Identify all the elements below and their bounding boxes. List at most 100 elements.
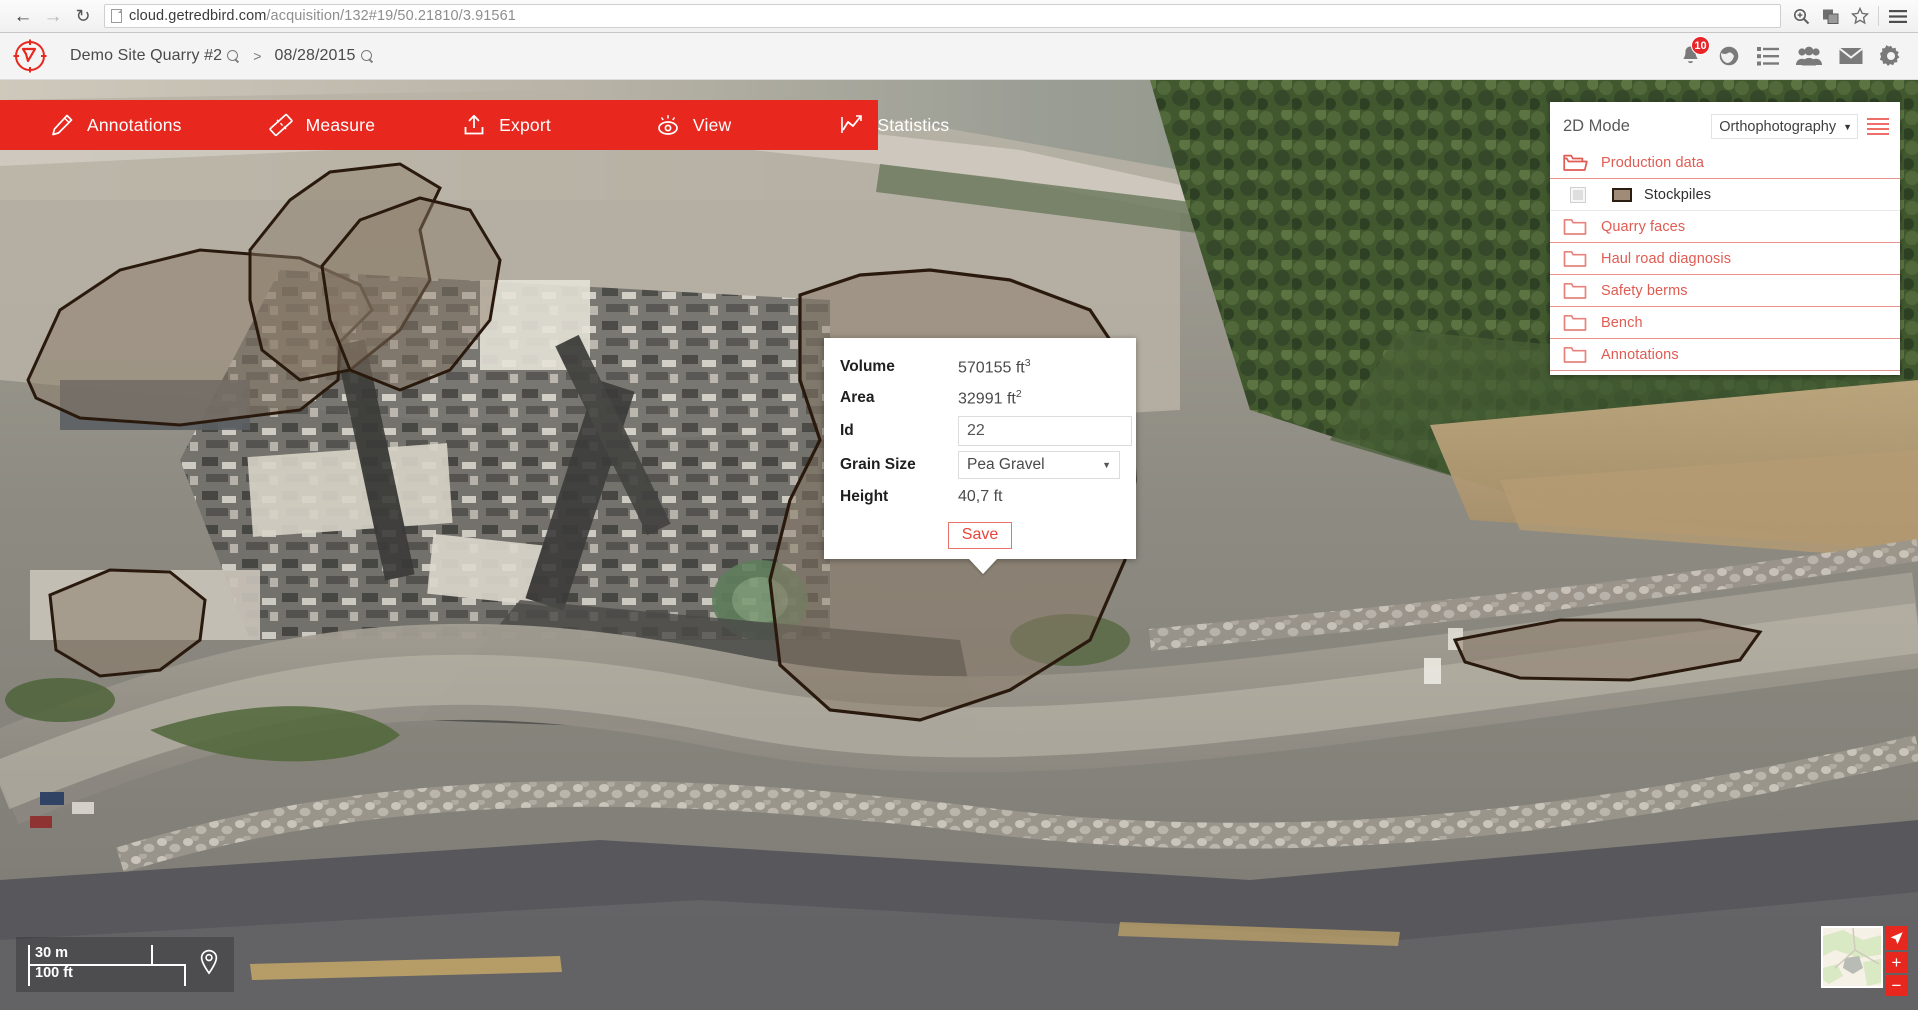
browser-action-icons	[1787, 3, 1918, 29]
breadcrumb-site[interactable]: Demo Site Quarry #2	[70, 47, 240, 65]
scale-tick	[28, 963, 30, 986]
tool-measure-label: Measure	[305, 114, 376, 135]
breadcrumb-date-label: 08/28/2015	[274, 47, 356, 64]
notifications-bell-icon[interactable]: 10	[1680, 36, 1710, 67]
menu-icon[interactable]	[1883, 3, 1912, 29]
layer-group-annotations[interactable]: Annotations	[1550, 339, 1900, 371]
stockpile-info-popup: Volume 570155 ft3 Area 32991 ft2 Id Grai…	[824, 338, 1136, 559]
zoom-in-button[interactable]: +	[1885, 952, 1908, 973]
layer-group-label: Haul road diagnosis	[1601, 250, 1732, 267]
area-exponent: 2	[1015, 387, 1022, 400]
layer-group-label: Safety berms	[1601, 282, 1688, 299]
popup-label-grain-size: Grain Size	[840, 456, 916, 473]
translate-icon[interactable]	[1816, 3, 1845, 29]
settings-gear-icon[interactable]	[1880, 45, 1902, 67]
forward-arrow-icon[interactable]: →	[38, 1, 68, 31]
search-icon[interactable]	[360, 49, 374, 63]
layer-group-label: Production data	[1601, 154, 1705, 171]
layer-group-quarry-faces[interactable]: Quarry faces	[1550, 211, 1900, 243]
tool-export[interactable]: Export	[457, 100, 555, 150]
tool-measure[interactable]: Measure	[264, 100, 380, 150]
scale-tick	[184, 963, 186, 986]
users-icon[interactable]	[1796, 46, 1822, 66]
layers-panel-header: 2D Mode Orthophotography ▼	[1550, 102, 1900, 147]
breadcrumb-date[interactable]: 08/28/2015	[274, 47, 373, 65]
volume-value: 570155 ft	[958, 359, 1025, 377]
layer-group-label: Annotations	[1601, 346, 1679, 363]
globe-icon[interactable]	[1718, 45, 1740, 67]
tool-statistics[interactable]: Statistics	[835, 100, 953, 150]
layer-group-label: Quarry faces	[1601, 218, 1686, 235]
tool-view-label: View	[692, 114, 732, 135]
layer-group-label: Bench	[1601, 314, 1643, 331]
layer-group-production-data[interactable]: Production data	[1550, 147, 1900, 179]
tool-statistics-label: Statistics	[877, 114, 950, 135]
scale-imperial-label: 100 ft	[35, 964, 73, 981]
volume-exponent: 3	[1024, 356, 1031, 369]
pencil-icon	[49, 112, 75, 138]
redbird-logo[interactable]	[13, 39, 47, 73]
popup-row-id: Id	[824, 416, 1136, 446]
save-button[interactable]: Save	[947, 522, 1013, 549]
area-value: 32991 ft	[958, 390, 1016, 408]
grain-size-value: Pea Gravel	[967, 456, 1045, 473]
map-viewport[interactable]: Annotations Measure Export View Statisti…	[0, 80, 1918, 1010]
stockpiles-color-swatch[interactable]	[1612, 187, 1632, 202]
layers-menu-icon[interactable]	[1867, 118, 1889, 135]
upload-icon	[461, 112, 487, 138]
bookmark-star-icon[interactable]	[1845, 3, 1874, 29]
layers-panel: 2D Mode Orthophotography ▼ Production da…	[1550, 102, 1900, 375]
scale-tick	[151, 944, 153, 966]
folder-icon	[1563, 281, 1588, 301]
folder-icon	[1563, 217, 1588, 237]
overview-minimap[interactable]	[1821, 926, 1883, 988]
layer-group-bench[interactable]: Bench	[1550, 307, 1900, 339]
mode-label: 2D Mode	[1563, 117, 1630, 135]
popup-value-area: 32991 ft2	[958, 388, 1022, 408]
popup-row-area: Area 32991 ft2	[824, 385, 1136, 411]
popup-value-height: 40,7 ft	[958, 488, 1003, 505]
layer-group-safety-berms[interactable]: Safety berms	[1550, 275, 1900, 307]
stockpiles-checkbox[interactable]	[1570, 186, 1586, 203]
popup-row-volume: Volume 570155 ft3	[824, 354, 1136, 380]
notification-badge: 10	[1691, 36, 1710, 55]
browser-toolbar: ← → ↻ cloud.getredbird.com/acquisition/1…	[0, 0, 1918, 33]
zoom-icon[interactable]	[1787, 3, 1816, 29]
page-document-icon	[111, 9, 122, 23]
tool-annotations-label: Annotations	[87, 114, 182, 135]
location-pin-icon[interactable]	[198, 949, 220, 980]
layer-group-haul-road-diagnosis[interactable]: Haul road diagnosis	[1550, 243, 1900, 275]
header-icon-group: 10	[1680, 36, 1918, 67]
list-icon[interactable]	[1757, 46, 1779, 66]
mail-icon[interactable]	[1839, 47, 1863, 65]
id-input[interactable]	[958, 416, 1132, 446]
divider	[1878, 6, 1879, 26]
back-arrow-icon[interactable]: ←	[8, 1, 38, 31]
breadcrumb-separator: >	[253, 48, 262, 64]
ruler-icon	[268, 112, 294, 138]
breadcrumb-site-label: Demo Site Quarry #2	[70, 47, 223, 64]
tool-view[interactable]: View	[651, 100, 735, 150]
eye-icon	[655, 112, 681, 138]
grain-size-select[interactable]: Pea Gravel ▼	[958, 451, 1120, 479]
tool-annotations[interactable]: Annotations	[45, 100, 186, 150]
search-icon[interactable]	[227, 49, 240, 63]
breadcrumb: Demo Site Quarry #2 > 08/28/2015	[70, 47, 374, 65]
navigate-arrow-icon[interactable]	[1885, 926, 1908, 950]
zoom-controls: + −	[1885, 926, 1908, 996]
layer-item-label: Stockpiles	[1644, 186, 1712, 203]
main-toolbar: Annotations Measure Export View Statisti…	[0, 100, 949, 150]
popup-label-area: Area	[840, 389, 875, 406]
basemap-value: Orthophotography	[1719, 118, 1837, 135]
address-bar[interactable]: cloud.getredbird.com/acquisition/132#19/…	[104, 4, 1781, 28]
chevron-down-icon: ▼	[1102, 460, 1111, 470]
basemap-select[interactable]: Orthophotography ▼	[1711, 114, 1858, 139]
zoom-out-button[interactable]: −	[1885, 975, 1908, 996]
popup-label-volume: Volume	[840, 358, 895, 375]
reload-icon[interactable]: ↻	[68, 1, 98, 31]
scale-metric-label: 30 m	[35, 944, 69, 961]
folder-open-icon	[1563, 153, 1588, 173]
url-text: cloud.getredbird.com/acquisition/132#19/…	[129, 8, 516, 24]
layer-item-stockpiles[interactable]: Stockpiles	[1550, 179, 1900, 211]
popup-row-height: Height 40,7 ft	[824, 484, 1136, 510]
